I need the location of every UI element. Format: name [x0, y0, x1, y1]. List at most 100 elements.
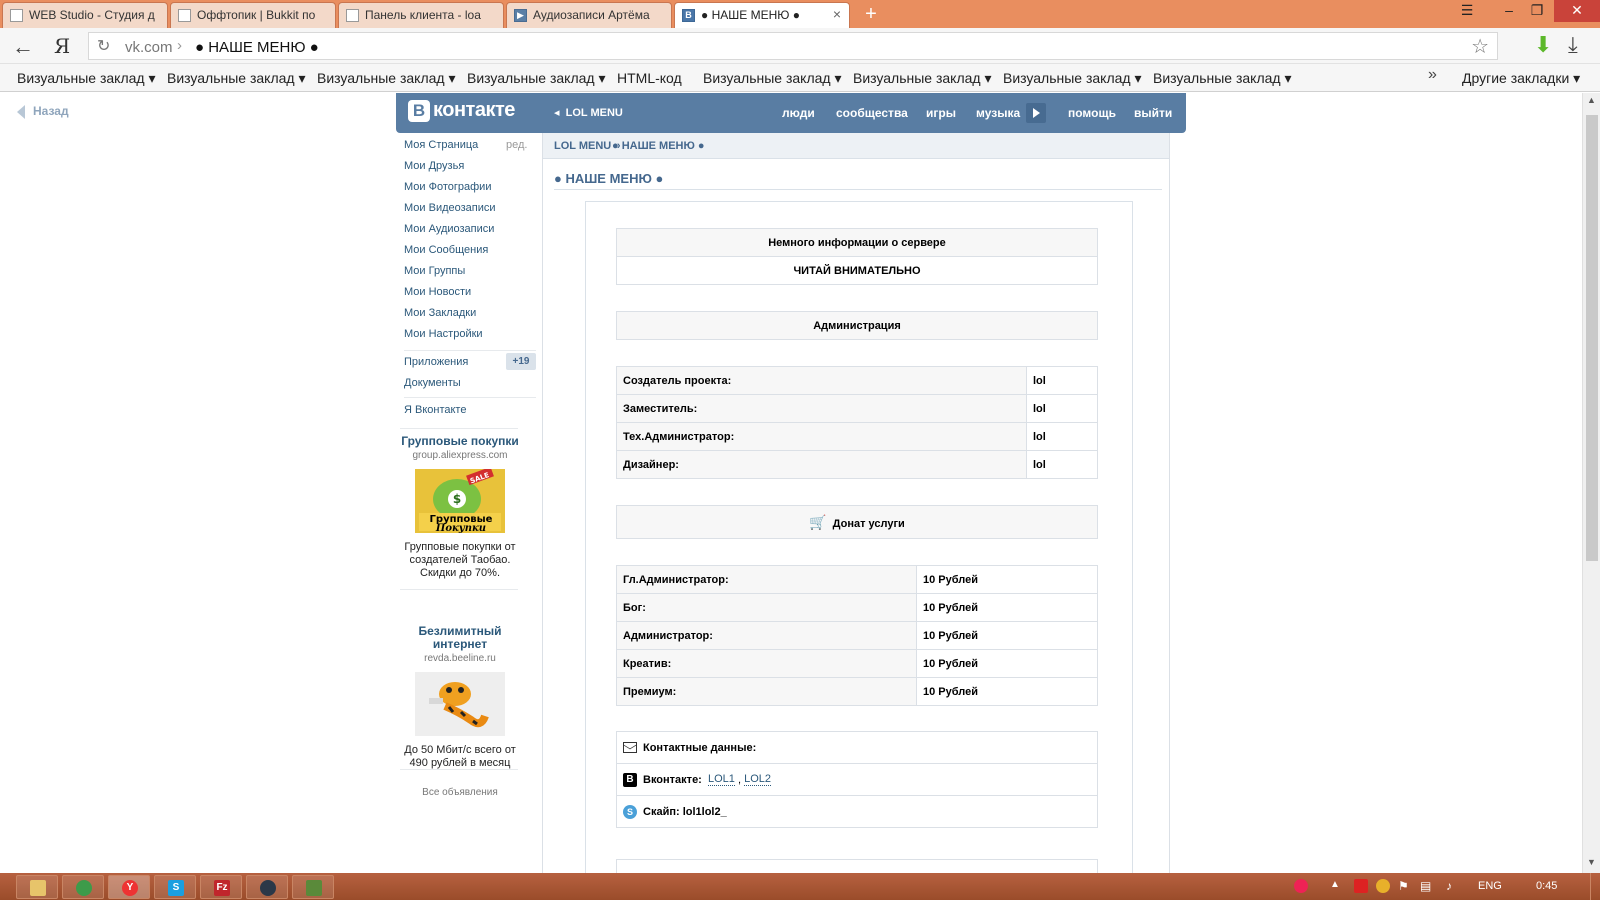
breadcrumb-app[interactable]: LOL MENU » [554, 140, 620, 152]
taskbar-explorer[interactable] [16, 875, 58, 899]
taskbar-chrome[interactable] [62, 875, 104, 899]
menu-videos[interactable]: Мои Видеозаписи [404, 202, 496, 214]
menu-divider [404, 350, 536, 351]
taskbar-yandex[interactable]: Y [108, 875, 150, 899]
browser-tab-bar: WEB Studio - Студия д Оффтопик | Bukkit … [0, 0, 1600, 28]
downloads-icon[interactable]: ⤓ [1568, 32, 1578, 58]
browser-tab[interactable]: Оффтопик | Bukkit по [170, 2, 336, 28]
music-play-icon[interactable] [1026, 103, 1046, 123]
taskbar-steam[interactable] [246, 875, 288, 899]
bookmarks-bar: Визуальные заклад ▾ Визуальные заклад ▾ … [0, 64, 1600, 92]
scroll-thumb[interactable] [1586, 115, 1598, 561]
tab-title: ● НАШЕ МЕНЮ ● [701, 8, 800, 22]
menu-documents[interactable]: Документы [404, 377, 461, 389]
bookmark-item[interactable]: Визуальные заклад ▾ [703, 70, 842, 87]
nav-communities[interactable]: сообщества [836, 106, 908, 120]
app-back-link[interactable]: ◂ LOL MENU [554, 106, 623, 119]
tray-expand-icon[interactable]: ▲ [1330, 879, 1340, 890]
menu-settings[interactable]: Мои Настройки [404, 328, 483, 340]
menu-photos[interactable]: Мои Фотографии [404, 181, 491, 193]
yandex-button[interactable]: Я [54, 34, 70, 58]
apps-count-badge[interactable]: +19 [506, 353, 536, 370]
nav-people[interactable]: люди [782, 106, 815, 120]
browser-tab[interactable]: ▶ Аудиозаписи Артёма [506, 2, 672, 28]
scroll-down-icon[interactable]: ▼ [1587, 857, 1596, 867]
browser-tab[interactable]: Панель клиента - loa [338, 2, 504, 28]
ad-image-tiger-plug[interactable] [415, 672, 505, 736]
bookmark-item[interactable]: Визуальные заклад ▾ [853, 70, 992, 87]
menu-apps[interactable]: Приложения [404, 356, 468, 368]
ad-block[interactable]: Безлимитный интернет revda.beeline.ru До… [400, 625, 520, 770]
menu-about-vk[interactable]: Я Вконтакте [404, 404, 466, 416]
donate-header-table: 🛒 Донат услуги [616, 505, 1098, 539]
menu-my-page[interactable]: Моя Страница [404, 139, 478, 151]
bookmark-item[interactable]: Визуальные заклад ▾ [317, 70, 456, 87]
url-field[interactable]: ↻ vk.com › ● НАШЕ МЕНЮ ● ☆ [88, 32, 1498, 60]
nav-logout[interactable]: выйти [1134, 106, 1172, 120]
price-rank: Премиум: [616, 677, 917, 706]
network-icon[interactable]: ▤ [1420, 879, 1434, 893]
menu-icon[interactable]: ☰ [1452, 0, 1482, 22]
bookmarks-overflow-button[interactable]: » [1428, 66, 1437, 84]
bookmark-item[interactable]: Визуальные заклад ▾ [467, 70, 606, 87]
menu-messages[interactable]: Мои Сообщения [404, 244, 488, 256]
menu-groups[interactable]: Мои Группы [404, 265, 465, 277]
tray-status-icon[interactable] [1376, 879, 1390, 893]
scroll-up-icon[interactable]: ▲ [1587, 95, 1596, 105]
taskbar-filezilla[interactable]: Fz [200, 875, 242, 899]
table-row: Администрация [616, 311, 1098, 340]
minecraft-icon [306, 880, 322, 896]
clock[interactable]: 0:45 [1536, 880, 1557, 892]
vk-link-2[interactable]: LOL2 [744, 773, 772, 787]
page-scrollbar[interactable]: ▲ ▼ [1582, 93, 1600, 873]
minimize-icon[interactable]: – [1494, 0, 1524, 22]
nav-music[interactable]: музыка [976, 106, 1020, 120]
all-ads-link[interactable]: Все объявления [400, 787, 520, 798]
play-icon: ▶ [514, 9, 527, 22]
bookmark-item[interactable]: HTML-код [617, 70, 682, 86]
bookmark-item[interactable]: Визуальные заклад ▾ [167, 70, 306, 87]
page-title: ● НАШЕ МЕНЮ ● [554, 171, 664, 186]
back-triangle-icon [17, 104, 25, 119]
bookmark-star-icon[interactable]: ☆ [1471, 34, 1489, 59]
vk-link-1[interactable]: LOL1 [707, 773, 735, 787]
bookmark-item[interactable]: Визуальные заклад ▾ [1003, 70, 1142, 87]
other-bookmarks[interactable]: Другие закладки ▾ [1462, 70, 1580, 87]
back-arrow-icon[interactable]: ← [12, 34, 34, 60]
menu-friends[interactable]: Мои Друзья [404, 160, 464, 172]
staff-table: Создатель проекта: lol Заместитель: lol Те… [616, 366, 1098, 479]
ad-image-group-buying[interactable]: $ SALE Групповые Покупки [415, 466, 505, 534]
volume-icon[interactable]: ♪ [1446, 879, 1460, 893]
vk-logo-text[interactable]: контакте [433, 99, 515, 122]
language-indicator[interactable]: ENG [1478, 880, 1502, 892]
back-link[interactable]: Назад [17, 104, 69, 119]
bookmark-item[interactable]: Визуальные заклад ▾ [1153, 70, 1292, 87]
ad-image-art: $ SALE Групповые Покупки [415, 466, 505, 534]
taskbar-minecraft[interactable] [292, 875, 334, 899]
browser-tab-active[interactable]: B ● НАШЕ МЕНЮ ● × [674, 2, 850, 28]
bookmark-item[interactable]: Визуальные заклад ▾ [17, 70, 156, 87]
reload-icon[interactable]: ↻ [97, 36, 110, 56]
menu-news[interactable]: Мои Новости [404, 286, 471, 298]
tray-antivirus-icon[interactable] [1354, 879, 1368, 893]
menu-audio[interactable]: Мои Аудиозаписи [404, 223, 494, 235]
taskbar-skype[interactable]: S [154, 875, 196, 899]
close-window-icon[interactable]: ✕ [1554, 0, 1600, 22]
nav-help[interactable]: помощь [1068, 106, 1116, 120]
show-desktop-button[interactable] [1590, 873, 1600, 900]
flag-icon[interactable]: ⚑ [1398, 879, 1412, 893]
vk-logo-icon[interactable]: В [408, 100, 430, 122]
menu-bookmarks[interactable]: Мои Закладки [404, 307, 476, 319]
browser-tab[interactable]: WEB Studio - Студия д [2, 2, 168, 28]
table-row: Бог: 10 Рублей [616, 593, 1098, 622]
download-arrow-green-icon[interactable]: ⬇ [1534, 32, 1552, 58]
new-tab-button[interactable]: + [860, 3, 882, 25]
edit-menu-link[interactable]: ред. [506, 139, 527, 151]
ad-block[interactable]: Групповые покупки group.aliexpress.com $… [400, 435, 520, 580]
nav-games[interactable]: игры [926, 106, 956, 120]
ad-title[interactable]: Безлимитный интернет [400, 625, 520, 651]
tab-close-icon[interactable]: × [833, 6, 841, 22]
tray-app-icon[interactable] [1294, 879, 1308, 893]
ad-title[interactable]: Групповые покупки [400, 435, 520, 448]
maximize-icon[interactable]: ❐ [1522, 0, 1552, 22]
